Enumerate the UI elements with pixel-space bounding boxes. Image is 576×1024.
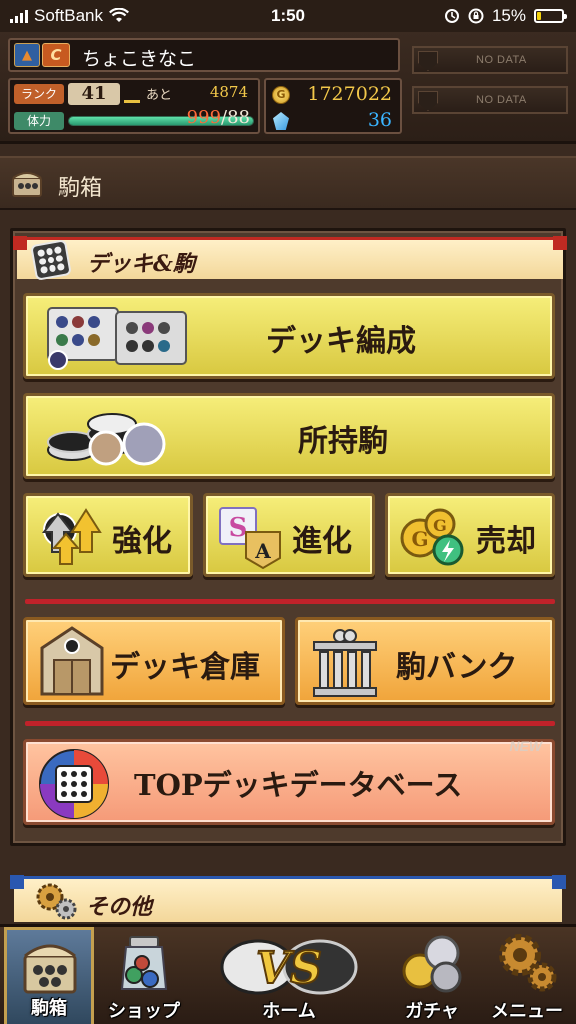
slot-2[interactable]: NO DATA xyxy=(412,86,568,114)
evolve-label: 進化 xyxy=(292,524,352,559)
gear-icon xyxy=(499,934,557,992)
deck-group-title: デッキ&駒 xyxy=(87,251,195,277)
coin-value: 1727022 xyxy=(307,83,392,105)
warehouse-icon xyxy=(40,626,104,696)
stamina-label: 体力 xyxy=(14,112,64,130)
sell-label: 売却 xyxy=(476,524,536,559)
coins-icon xyxy=(402,935,462,993)
coins-sell-icon: G G xyxy=(400,508,464,566)
exp-remaining-value: 4874 xyxy=(209,83,248,101)
exp-remaining-label: あと xyxy=(146,88,173,103)
nav-item-chest[interactable]: 駒箱 xyxy=(4,927,94,1024)
power-up-label: 強化 xyxy=(112,524,172,559)
shield-icon xyxy=(418,51,438,71)
stamina-value: 999/88 xyxy=(186,107,250,128)
class-letter: C xyxy=(42,43,70,67)
currency-panel: G 1727022 36 xyxy=(264,78,402,134)
deck-edit-button[interactable]: デッキ編成 xyxy=(23,293,555,379)
battery-icon xyxy=(534,9,567,23)
nav-label: ガチャ xyxy=(405,1001,459,1022)
top-deck-database-label: TOPデッキデータベース xyxy=(134,768,463,802)
player-name: ちょこきなこ xyxy=(82,48,197,70)
gem-icon xyxy=(273,112,289,130)
rank-value: 41 xyxy=(68,83,120,105)
divider xyxy=(25,721,555,726)
nav-item-home[interactable]: VS ホーム xyxy=(194,927,384,1024)
player-name-panel[interactable]: ▲ C ちょこきなこ xyxy=(8,38,400,72)
chest-icon xyxy=(12,172,42,197)
other-group-header: その他 xyxy=(10,875,566,922)
other-group-title: その他 xyxy=(86,894,153,920)
piece-bank-label: 駒バンク xyxy=(396,650,518,685)
database-chart-icon xyxy=(39,749,109,819)
slot-1[interactable]: NO DATA xyxy=(412,46,568,74)
new-badge: NEW xyxy=(509,738,542,754)
gem-value: 36 xyxy=(367,109,392,131)
piece-bank-button[interactable]: 駒バンク xyxy=(295,617,555,705)
deck-storage-button[interactable]: デッキ倉庫 xyxy=(23,617,285,705)
nav-label: メニュー xyxy=(491,1001,563,1022)
svg-text:S: S xyxy=(229,513,248,543)
evolve-rank-icon: S A xyxy=(219,507,281,570)
upgrade-arrows-icon xyxy=(41,508,102,565)
alarm-icon xyxy=(444,9,459,23)
piece-stack-icon xyxy=(47,413,166,466)
nav-label: ショップ xyxy=(108,1001,180,1022)
player-header: ▲ C ちょこきなこ ランク 41 あと 4874 体力 999/88 G 17… xyxy=(0,32,576,144)
nav-label: ホーム xyxy=(262,1001,316,1022)
rotation-lock-icon xyxy=(468,8,484,24)
deck-board-icon xyxy=(47,307,187,370)
rank-stamina-panel: ランク 41 あと 4874 体力 999/88 xyxy=(8,78,260,134)
sell-button[interactable]: G G 売却 xyxy=(385,493,555,577)
svg-text:G: G xyxy=(433,516,447,535)
coin-icon: G xyxy=(272,86,290,104)
exp-bar xyxy=(124,100,140,103)
svg-text:A: A xyxy=(254,539,271,563)
section-header: 駒箱 xyxy=(0,156,576,210)
gears-icon xyxy=(36,883,77,920)
power-up-button[interactable]: 強化 xyxy=(23,493,193,577)
dice-grid-icon xyxy=(30,239,72,281)
deck-edit-label: デッキ編成 xyxy=(266,324,416,359)
nav-item-menu[interactable]: メニュー xyxy=(480,927,574,1024)
bottom-nav: 駒箱 ショップ VS ホーム ガチャ メニュー xyxy=(0,924,576,1024)
flame-icon: ▲ xyxy=(14,43,40,67)
battery-percent: 15% xyxy=(491,6,526,25)
shield-icon xyxy=(418,91,438,111)
class-badge: ▲ C xyxy=(14,43,70,67)
evolve-button[interactable]: S A 進化 xyxy=(203,493,375,577)
divider xyxy=(25,599,555,604)
rank-label: ランク xyxy=(14,84,64,104)
shop-icon xyxy=(120,936,168,990)
nav-label: 駒箱 xyxy=(31,998,67,1019)
deck-storage-label: デッキ倉庫 xyxy=(110,650,260,685)
status-bar: SoftBank 1:50 15% xyxy=(0,0,576,32)
page-title: 駒箱 xyxy=(58,176,103,201)
deck-group-header: デッキ&駒 xyxy=(13,236,567,281)
owned-pieces-label: 所持駒 xyxy=(298,424,388,459)
svg-text:VS: VS xyxy=(256,943,322,994)
owned-pieces-button[interactable]: 所持駒 xyxy=(23,393,555,479)
nav-item-shop[interactable]: ショップ xyxy=(96,927,192,1024)
chest-icon xyxy=(23,944,77,994)
bank-icon xyxy=(313,629,377,697)
top-deck-database-button[interactable]: NEW TOPデッキデータベース xyxy=(23,738,555,825)
deck-pieces-panel: デッキ&駒 デッキ編成 所持駒 強化 S A 進化 G G 売却 デッキ倉庫 駒… xyxy=(10,228,567,846)
nav-item-gacha[interactable]: ガチャ xyxy=(386,927,478,1024)
vs-icon: VS xyxy=(220,939,358,995)
